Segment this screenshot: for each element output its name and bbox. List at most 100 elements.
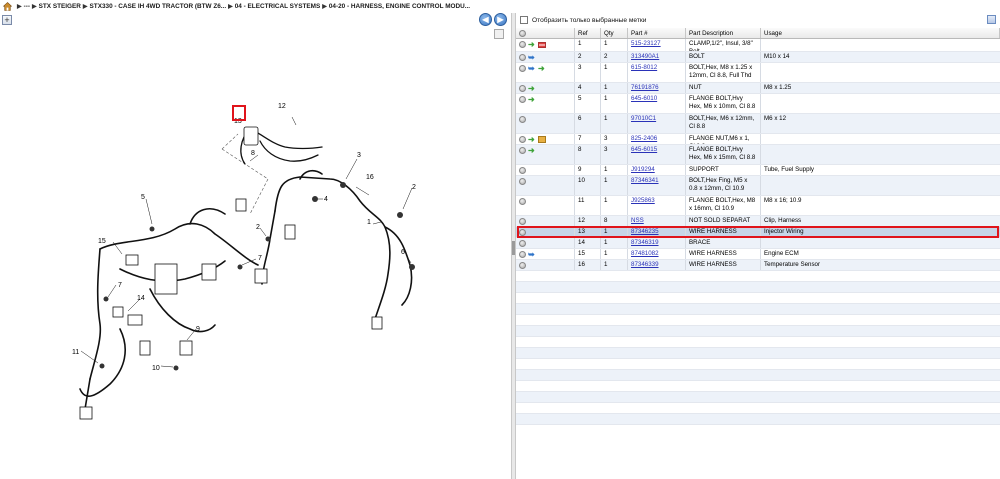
callout-10[interactable]: 10 bbox=[152, 365, 160, 372]
callout-1[interactable]: 1 bbox=[367, 219, 371, 226]
table-row[interactable]: ➥ 15 1 87481082 WIRE HARNESS Engine ECM bbox=[516, 249, 1000, 260]
table-row[interactable]: ➜ 5 1 645-6010 FLANGE BOLT,Hvy Hex, M6 x 10m… bbox=[516, 94, 1000, 114]
table-row[interactable]: ➜ 4 1 76191876 NUT M8 x 1.25 bbox=[516, 83, 1000, 94]
header-description[interactable]: Part Description bbox=[686, 28, 761, 38]
part-number-link[interactable]: 825-2406 bbox=[631, 135, 657, 142]
add-to-cart-icon[interactable] bbox=[519, 85, 526, 92]
table-row[interactable]: 16 1 87346339 WIRE HARNESS Temperature Senso… bbox=[516, 260, 1000, 271]
callout-11[interactable]: 11 bbox=[72, 349, 79, 356]
callout-7[interactable]: 7 bbox=[258, 255, 262, 262]
nav-forward-button[interactable]: ▶ bbox=[494, 13, 507, 26]
callout-12[interactable]: 12 bbox=[278, 103, 286, 110]
cell-ref: 1 bbox=[575, 39, 601, 51]
header-icon-col[interactable] bbox=[516, 28, 575, 38]
cell-ref-text: 3 bbox=[578, 64, 582, 71]
add-to-cart-icon[interactable] bbox=[519, 136, 526, 143]
table-row[interactable]: 10 1 87346341 BOLT,Hex Fing, M5 x 0.8 x 12m… bbox=[516, 176, 1000, 196]
table-row[interactable]: ➥ ➜ 3 1 615-8012 BOLT,Hex, M8 x 1.25 x 12mm, … bbox=[516, 63, 1000, 83]
zoom-button[interactable]: + bbox=[2, 15, 12, 25]
part-number-link[interactable]: 87346319 bbox=[631, 239, 659, 246]
table-row[interactable]: 6 1 97010C1 BOLT,Hex, M6 x 12mm, Cl 8.8 M6 x… bbox=[516, 114, 1000, 134]
part-number-link[interactable]: 76191876 bbox=[631, 84, 659, 91]
part-number-link[interactable]: 645-6010 bbox=[631, 95, 657, 102]
callout-7b[interactable]: 7 bbox=[118, 282, 122, 289]
add-to-cart-icon[interactable] bbox=[519, 229, 526, 236]
callout-6[interactable]: 6 bbox=[401, 249, 405, 256]
part-number-link[interactable]: NSS bbox=[631, 217, 644, 224]
add-to-cart-icon[interactable] bbox=[519, 41, 526, 48]
callout-3[interactable]: 3 bbox=[357, 152, 361, 159]
part-number-link[interactable]: 615-8012 bbox=[631, 64, 657, 71]
callout-2[interactable]: 2 bbox=[412, 184, 416, 191]
callout-5[interactable]: 5 bbox=[141, 194, 145, 201]
part-number-link[interactable]: 87346235 bbox=[631, 228, 659, 235]
replacement-arrow-icon[interactable]: ➜ bbox=[528, 85, 536, 93]
table-row[interactable]: 12 8 NSS NOT SOLD SEPARAT Clip, Harness bbox=[516, 216, 1000, 227]
add-to-cart-icon[interactable] bbox=[519, 218, 526, 225]
callout-8[interactable]: 8 bbox=[251, 150, 255, 157]
splitter-handle[interactable] bbox=[512, 241, 515, 255]
export-icon[interactable] bbox=[987, 15, 996, 24]
table-row[interactable]: 14 1 87346319 BRACE bbox=[516, 238, 1000, 249]
header-usage[interactable]: Usage bbox=[761, 28, 1000, 38]
callout-16[interactable]: 16 bbox=[366, 174, 374, 181]
replacement-arrow-icon[interactable]: ➜ bbox=[528, 41, 536, 49]
replacement-arrow-icon[interactable]: ➜ bbox=[528, 147, 536, 155]
breadcrumb-item-subsection[interactable]: 04-20 - HARNESS, ENGINE CONTROL MODU... bbox=[329, 3, 470, 10]
add-to-cart-icon[interactable] bbox=[519, 251, 526, 258]
header-ref[interactable]: Ref bbox=[575, 28, 601, 38]
part-number-link[interactable]: 87346341 bbox=[631, 177, 659, 184]
add-to-cart-icon[interactable] bbox=[519, 240, 526, 247]
part-number-link[interactable]: J919294 bbox=[631, 166, 655, 173]
table-row[interactable]: ➜ 7 3 825-2406 FLANGE NUT,M6 x 1, Cl 8.8 bbox=[516, 134, 1000, 145]
part-number-link[interactable]: 97010C1 bbox=[631, 115, 656, 122]
table-row[interactable]: ➜ 1 1 515-23127 CLAMP,1/2", Insul, 3/8" Bolt bbox=[516, 39, 1000, 52]
breadcrumb-item-model[interactable]: STX330 - CASE IH 4WD TRACTOR (BTW Z6... bbox=[90, 3, 227, 10]
replacement-arrow-icon[interactable]: ➜ bbox=[528, 136, 536, 144]
part-number-link[interactable]: 87346339 bbox=[631, 261, 659, 268]
nav-back-button[interactable]: ◀ bbox=[479, 13, 492, 26]
add-to-cart-icon[interactable] bbox=[519, 198, 526, 205]
expand-all-icon[interactable] bbox=[519, 30, 526, 37]
cell-qty: 1 bbox=[601, 39, 628, 51]
breadcrumb-item-root[interactable]: --- bbox=[24, 3, 30, 10]
part-number-link[interactable]: 87481082 bbox=[631, 250, 659, 257]
add-to-cart-icon[interactable] bbox=[519, 147, 526, 154]
part-number-link[interactable]: 313490A1 bbox=[631, 53, 659, 60]
replacement-arrow-icon[interactable]: ➜ bbox=[528, 96, 536, 104]
callout-14[interactable]: 14 bbox=[137, 295, 145, 302]
callout-9[interactable]: 9 bbox=[196, 326, 200, 333]
row-icons: ➥ ➜ bbox=[516, 63, 575, 82]
table-row[interactable]: 13 1 87346235 WIRE HARNESS Injector Wiring bbox=[516, 226, 1000, 238]
table-row[interactable]: 11 1 J925863 FLANGE BOLT,Hex, M8 x 16mm, Cl… bbox=[516, 196, 1000, 216]
table-row[interactable]: ➜ 8 3 645-6015 FLANGE BOLT,Hvy Hex, M6 x 15m… bbox=[516, 145, 1000, 165]
home-icon[interactable] bbox=[3, 2, 12, 11]
table-row[interactable]: ➥ 2 2 313490A1 BOLT M10 x 14 bbox=[516, 52, 1000, 63]
add-to-cart-icon[interactable] bbox=[519, 167, 526, 174]
header-part-number[interactable]: Part # bbox=[628, 28, 686, 38]
callout-15[interactable]: 15 bbox=[98, 238, 106, 245]
part-number-link[interactable]: J925863 bbox=[631, 197, 655, 204]
package-icon[interactable] bbox=[538, 136, 546, 143]
reference-arrow-icon[interactable]: ➥ bbox=[528, 54, 536, 62]
callout-4[interactable]: 4 bbox=[324, 196, 328, 203]
add-to-cart-icon[interactable] bbox=[519, 96, 526, 103]
table-row[interactable]: 9 1 J919294 SUPPORT Tube, Fuel Supply bbox=[516, 165, 1000, 176]
add-to-cart-icon[interactable] bbox=[519, 178, 526, 185]
callout-2b[interactable]: 2 bbox=[256, 224, 260, 231]
header-qty[interactable]: Qty bbox=[601, 28, 628, 38]
part-number-link[interactable]: 645-6015 bbox=[631, 146, 657, 153]
part-number-link[interactable]: 515-23127 bbox=[631, 40, 661, 47]
replacement-arrow-icon[interactable]: ➜ bbox=[538, 65, 546, 73]
add-to-cart-icon[interactable] bbox=[519, 262, 526, 269]
exploded-diagram[interactable]: 1 2 3 4 5 6 7 8 9 10 11 12 13 14 15 16 2… bbox=[0, 29, 511, 479]
add-to-cart-icon[interactable] bbox=[519, 116, 526, 123]
breadcrumb-item-section[interactable]: 04 - ELECTRICAL SYSTEMS bbox=[235, 3, 320, 10]
show-selected-checkbox[interactable] bbox=[520, 16, 528, 24]
add-to-cart-icon[interactable] bbox=[519, 54, 526, 61]
kit-icon[interactable] bbox=[538, 42, 546, 48]
breadcrumb-item-series[interactable]: STX STEIGER bbox=[39, 3, 81, 10]
reference-arrow-icon[interactable]: ➥ bbox=[528, 251, 536, 259]
reference-arrow-icon[interactable]: ➥ bbox=[528, 65, 536, 73]
add-to-cart-icon[interactable] bbox=[519, 65, 526, 72]
